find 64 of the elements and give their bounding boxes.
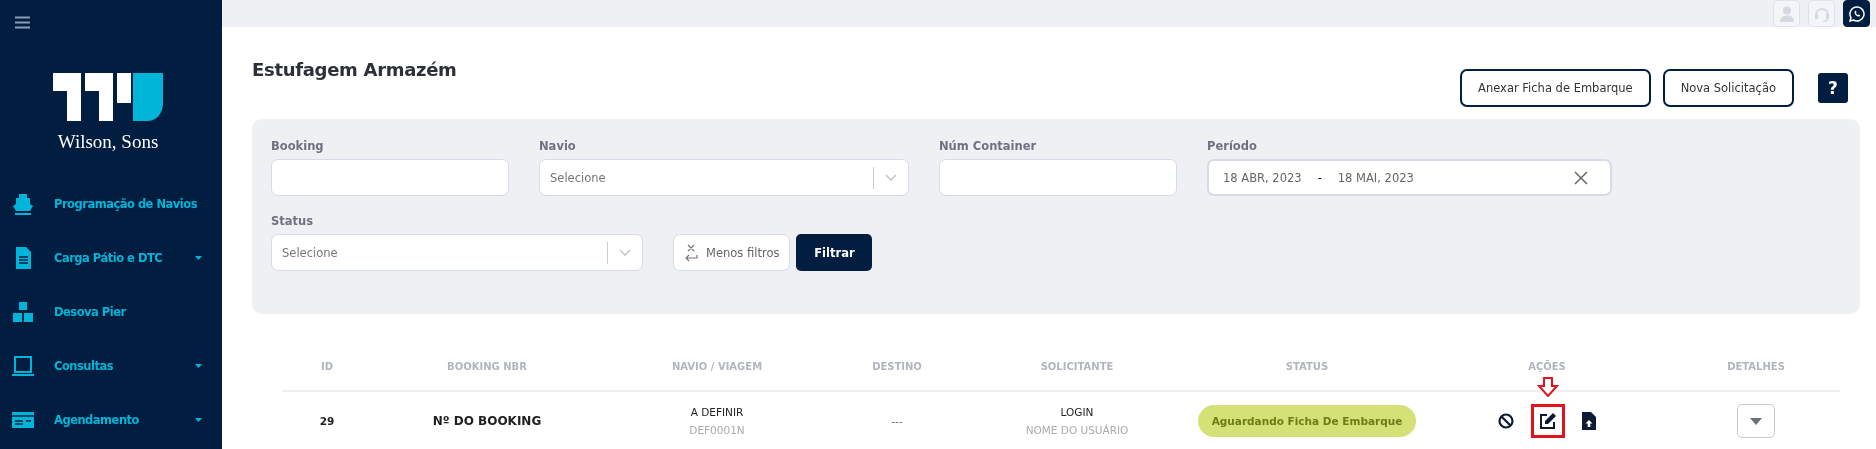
help-button[interactable]: ? — [1818, 73, 1848, 103]
outline-button[interactable]: Anexar Ficha de Embarque — [1460, 69, 1651, 107]
ship-icon — [12, 193, 34, 215]
field-label: Navio — [539, 139, 577, 153]
table-cell: A DEFINIR — [690, 406, 744, 418]
input-field[interactable] — [271, 159, 509, 196]
boxes-icon — [12, 301, 34, 323]
filter-button[interactable]: Filtrar — [796, 234, 873, 271]
nav-item[interactable]: Programação de Navios — [0, 177, 222, 231]
start-date: 18 ABR, 2023 — [1223, 170, 1302, 185]
field-label: Status — [271, 214, 315, 228]
field-label: Booking — [271, 139, 325, 153]
table-cell: NOME DO USUÁRIO — [1025, 424, 1129, 436]
table-cell: --- — [891, 415, 903, 427]
menu-icon[interactable] — [15, 16, 30, 29]
outline-button[interactable]: Nova Solicitação — [1662, 69, 1794, 107]
chevron-down-icon — [618, 247, 632, 258]
select-field[interactable]: Selecione — [271, 234, 643, 271]
date-range-field[interactable]: 18 ABR, 2023 - 18 MAI, 2023 — [1207, 159, 1612, 196]
column-header: SOLICITANTE — [1039, 360, 1115, 372]
collapse-filter-icon — [684, 243, 698, 262]
column-header: DESTINO — [871, 360, 923, 372]
chat-bubble-icon — [1848, 5, 1865, 22]
table-cell: DEF0001N — [689, 424, 745, 436]
field-label: Período — [1207, 139, 1258, 153]
monitor-icon — [12, 355, 34, 377]
caret-icon — [195, 256, 202, 260]
range-separator: - — [1317, 170, 1322, 185]
clear-icon[interactable] — [1574, 170, 1588, 185]
logo-mark-icon — [53, 73, 163, 121]
page-title: Estufagem Armazém — [252, 59, 457, 80]
less-filters-button[interactable]: Menos filtros — [673, 234, 791, 271]
select-field[interactable]: Selecione — [539, 159, 909, 196]
column-header: AÇÕES — [1527, 360, 1567, 372]
column-header: STATUS — [1284, 360, 1330, 372]
column-header: ID — [320, 360, 334, 372]
table-cell: 29 — [319, 415, 335, 427]
user-icon — [1779, 5, 1794, 22]
table-cell: Nº DO BOOKING — [432, 414, 542, 428]
card-icon — [12, 409, 34, 431]
chevron-down-icon — [884, 172, 898, 183]
down-arrow-annotation — [1537, 377, 1559, 397]
column-header: DETALHES — [1726, 360, 1786, 372]
expand-details-button[interactable] — [1737, 404, 1775, 438]
caret-icon — [195, 418, 202, 422]
block-icon[interactable] — [1498, 413, 1514, 429]
status-badge: Aguardando Ficha De Embarque — [1197, 405, 1417, 437]
caret-icon — [195, 364, 202, 368]
headset-icon — [1813, 5, 1830, 22]
nav-item[interactable]: Agendamento — [0, 393, 222, 447]
edit-icon[interactable] — [1539, 412, 1557, 430]
nav-item[interactable]: Carga Pátio e DTC — [0, 231, 222, 285]
caret-down-icon — [1750, 417, 1762, 425]
file-upload-icon[interactable] — [1582, 412, 1596, 430]
chat-button[interactable] — [1843, 0, 1870, 27]
nav-item[interactable]: Desova Pier — [0, 285, 222, 339]
input-field[interactable] — [939, 159, 1177, 196]
nav-item[interactable]: Consultas — [0, 339, 222, 393]
logo-text: Wilson, Sons — [57, 131, 159, 153]
column-header: NAVIO / VIAGEM — [670, 360, 764, 372]
table-cell: LOGIN — [1060, 406, 1094, 418]
field-label: Núm Container — [939, 139, 1038, 153]
end-date: 18 MAI, 2023 — [1337, 170, 1414, 185]
column-header: BOOKING NBR — [446, 360, 528, 372]
